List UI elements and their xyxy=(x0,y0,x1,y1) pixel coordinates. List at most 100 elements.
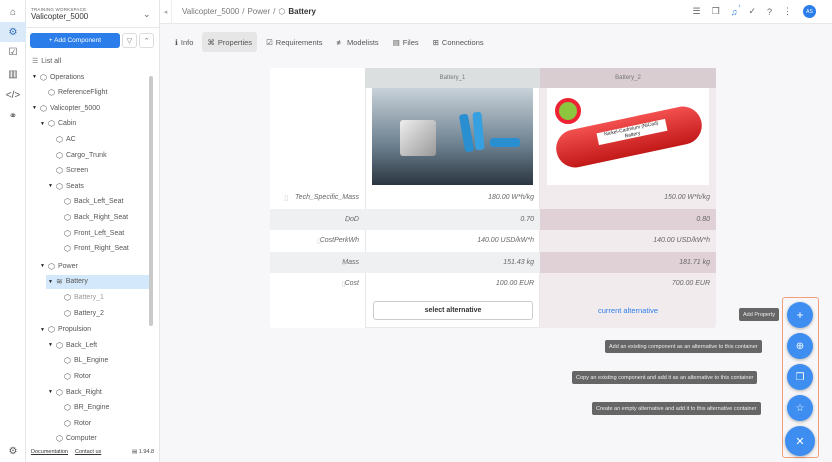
property-row: ▯ Cost 100.00 EUR 700.00 EUR xyxy=(270,273,716,294)
property-value[interactable]: 140.00 USD/kW*h xyxy=(540,230,716,251)
list-all-button[interactable]: ☰ List all xyxy=(32,54,61,68)
tree-item[interactable]: ⬡ Cargo_Trunk xyxy=(56,148,107,162)
tree-item[interactable]: ⬡ Rotor xyxy=(64,369,91,383)
collapse-sidebar-button[interactable]: ◂ xyxy=(160,0,172,24)
tooltip: Create an empty alternative and add it t… xyxy=(592,402,761,415)
tree-item[interactable]: ⬡ Battery_2 xyxy=(64,306,104,320)
tab-files[interactable]: ▤ Files xyxy=(388,32,424,52)
contact-link[interactable]: Contact us xyxy=(75,449,101,455)
caret-down-icon[interactable]: ▼ xyxy=(48,342,53,348)
tree-item[interactable]: ⬡ Back_Left_Seat xyxy=(64,195,123,209)
trash-icon[interactable]: ▯ xyxy=(346,215,350,223)
property-value[interactable]: 150.00 W*h/kg xyxy=(540,187,716,208)
add-component-button[interactable]: + Add Component xyxy=(30,33,120,48)
copy-alternative-button[interactable]: ❐ xyxy=(787,364,813,390)
alternative-header: Battery_1 xyxy=(365,68,540,88)
tree-item[interactable]: ▼ ⬡ Operations xyxy=(32,70,84,84)
components-icon[interactable]: ⚙ xyxy=(0,22,26,42)
tab-info[interactable]: ℹ Info xyxy=(170,32,198,52)
tooltip: Add an existing component as an alternat… xyxy=(605,340,762,353)
add-existing-alternative-button[interactable]: ⊕ xyxy=(787,333,813,359)
link-icon[interactable]: ⚭ xyxy=(0,106,26,126)
code-icon[interactable]: </> xyxy=(0,85,26,105)
caret-down-icon[interactable]: ▼ xyxy=(48,389,53,395)
tab-properties[interactable]: ⌘ Properties xyxy=(202,32,258,52)
breadcrumb-item[interactable]: Power xyxy=(247,7,270,16)
cube-icon: ⬡ xyxy=(56,166,63,176)
tree-item[interactable]: ⬡ Screen xyxy=(56,164,88,178)
tree-item[interactable]: ▼ ≋ Battery xyxy=(46,274,149,289)
property-name: ▯ Tech_Specific_Mass xyxy=(284,194,359,202)
tree-item[interactable]: ▼ ⬡ Back_Right xyxy=(48,385,102,399)
documentation-link[interactable]: Documentation xyxy=(31,449,68,455)
collapse-all-button[interactable]: ⌃ xyxy=(139,33,154,48)
property-value[interactable]: 151.43 kg xyxy=(365,251,540,273)
scrollbar[interactable] xyxy=(149,76,153,326)
requirements-icon[interactable]: ☑ xyxy=(0,42,26,62)
tree-item[interactable]: ⬡ AC xyxy=(56,132,76,146)
tree-item[interactable]: ⬡ Computer xyxy=(56,432,97,446)
settings-icon[interactable]: ⚙ xyxy=(0,441,26,461)
checklist-icon[interactable]: ☰ xyxy=(693,6,701,17)
avatar[interactable]: AS xyxy=(803,5,816,18)
more-icon[interactable]: ⋮ xyxy=(783,6,792,17)
tab-requirements[interactable]: ☑ Requirements xyxy=(261,32,327,52)
analytics-icon[interactable]: ▥ xyxy=(0,64,26,84)
add-property-button[interactable]: + xyxy=(787,302,813,328)
close-fab-button[interactable]: ✕ xyxy=(785,426,815,456)
trash-icon[interactable]: ▯ xyxy=(317,237,321,245)
trash-icon[interactable]: ▯ xyxy=(342,258,346,266)
property-value[interactable]: 0.70 xyxy=(365,208,540,230)
tab-icon: ≢ xyxy=(336,37,345,47)
cube-icon: ⬡ xyxy=(64,418,71,428)
property-value[interactable]: 140.00 USD/kW*h xyxy=(365,230,540,251)
property-value[interactable]: 181.71 kg xyxy=(540,251,716,273)
caret-down-icon[interactable]: ▼ xyxy=(32,74,37,80)
tree-item[interactable]: ▼ ⬡ Propulsion xyxy=(40,323,91,337)
caret-down-icon[interactable]: ▼ xyxy=(32,105,37,111)
property-value[interactable]: 180.00 W*h/kg xyxy=(365,187,540,208)
tree-item[interactable]: ⬡ Front_Left_Seat xyxy=(64,226,124,240)
bell-icon[interactable]: ♫ 1 xyxy=(731,3,741,17)
tree-item[interactable]: ▼ ⬡ Power xyxy=(40,259,78,273)
version-label: ▤ 1.94.8 xyxy=(132,449,155,455)
property-value[interactable]: 100.00 EUR xyxy=(365,273,540,294)
caret-down-icon[interactable]: ▼ xyxy=(40,263,45,269)
trash-icon[interactable]: ▯ xyxy=(342,280,346,288)
chat-icon[interactable]: ❐ xyxy=(712,6,720,17)
tab-connections[interactable]: ⊞ Connections xyxy=(428,32,489,52)
tree-item[interactable]: ▼ ⬡ Seats xyxy=(48,179,84,193)
tree-item[interactable]: ▼ ⬡ Back_Left xyxy=(48,338,97,352)
filter-icon[interactable]: ▽ xyxy=(122,33,137,48)
tree-item[interactable]: ⬡ Front_Right_Seat xyxy=(64,242,129,256)
create-empty-alternative-button[interactable]: ☆ xyxy=(787,395,813,421)
property-value[interactable]: 0.80 xyxy=(540,208,716,230)
select-alternative-button[interactable]: select alternative xyxy=(373,301,533,320)
tree-item[interactable]: ⬡ Rotor xyxy=(64,416,91,430)
caret-down-icon[interactable]: ▼ xyxy=(48,279,53,285)
caret-down-icon[interactable]: ▼ xyxy=(40,121,45,127)
breadcrumb-item[interactable]: Valicopter_5000 xyxy=(182,7,239,16)
tree-item[interactable]: ⬡ Back_Right_Seat xyxy=(64,210,128,224)
chevron-down-icon[interactable]: ⌄ xyxy=(143,9,151,20)
tree-item[interactable]: ▼ ⬡ Cabin xyxy=(40,117,76,131)
caret-down-icon[interactable]: ▼ xyxy=(40,327,45,333)
tree-item[interactable]: ▼ ⬡ Valicopter_5000 xyxy=(32,101,100,115)
cube-icon: ⬡ xyxy=(56,150,63,160)
property-value[interactable]: 700.00 EUR xyxy=(540,273,716,294)
tree-item[interactable]: ⬡ Battery_1 xyxy=(64,290,104,304)
trash-icon[interactable]: ▯ xyxy=(284,194,288,202)
alternative-header: Battery_2 xyxy=(540,68,716,88)
workspace-name[interactable]: Valicopter_5000 xyxy=(31,12,88,21)
help-icon[interactable]: ? xyxy=(767,7,772,17)
tree-item[interactable]: ⬡ ReferenceFlight xyxy=(48,86,107,100)
tab-modelists[interactable]: ≢ Modelists xyxy=(332,32,384,52)
caret-down-icon[interactable]: ▼ xyxy=(48,183,53,189)
cube-icon: ⬡ xyxy=(64,292,71,302)
tab-icon: ▤ xyxy=(392,37,400,47)
tree-item[interactable]: ⬡ BL_Engine xyxy=(64,354,108,368)
tree-item[interactable]: ⬡ BR_Engine xyxy=(64,401,109,415)
home-icon[interactable]: ⌂ xyxy=(0,2,26,22)
top-bar: ◂ Valicopter_5000/ Power / ⬡ Battery ☰ ❐ ♫… xyxy=(160,0,832,24)
check-circle-icon[interactable]: ✓ xyxy=(748,6,756,17)
